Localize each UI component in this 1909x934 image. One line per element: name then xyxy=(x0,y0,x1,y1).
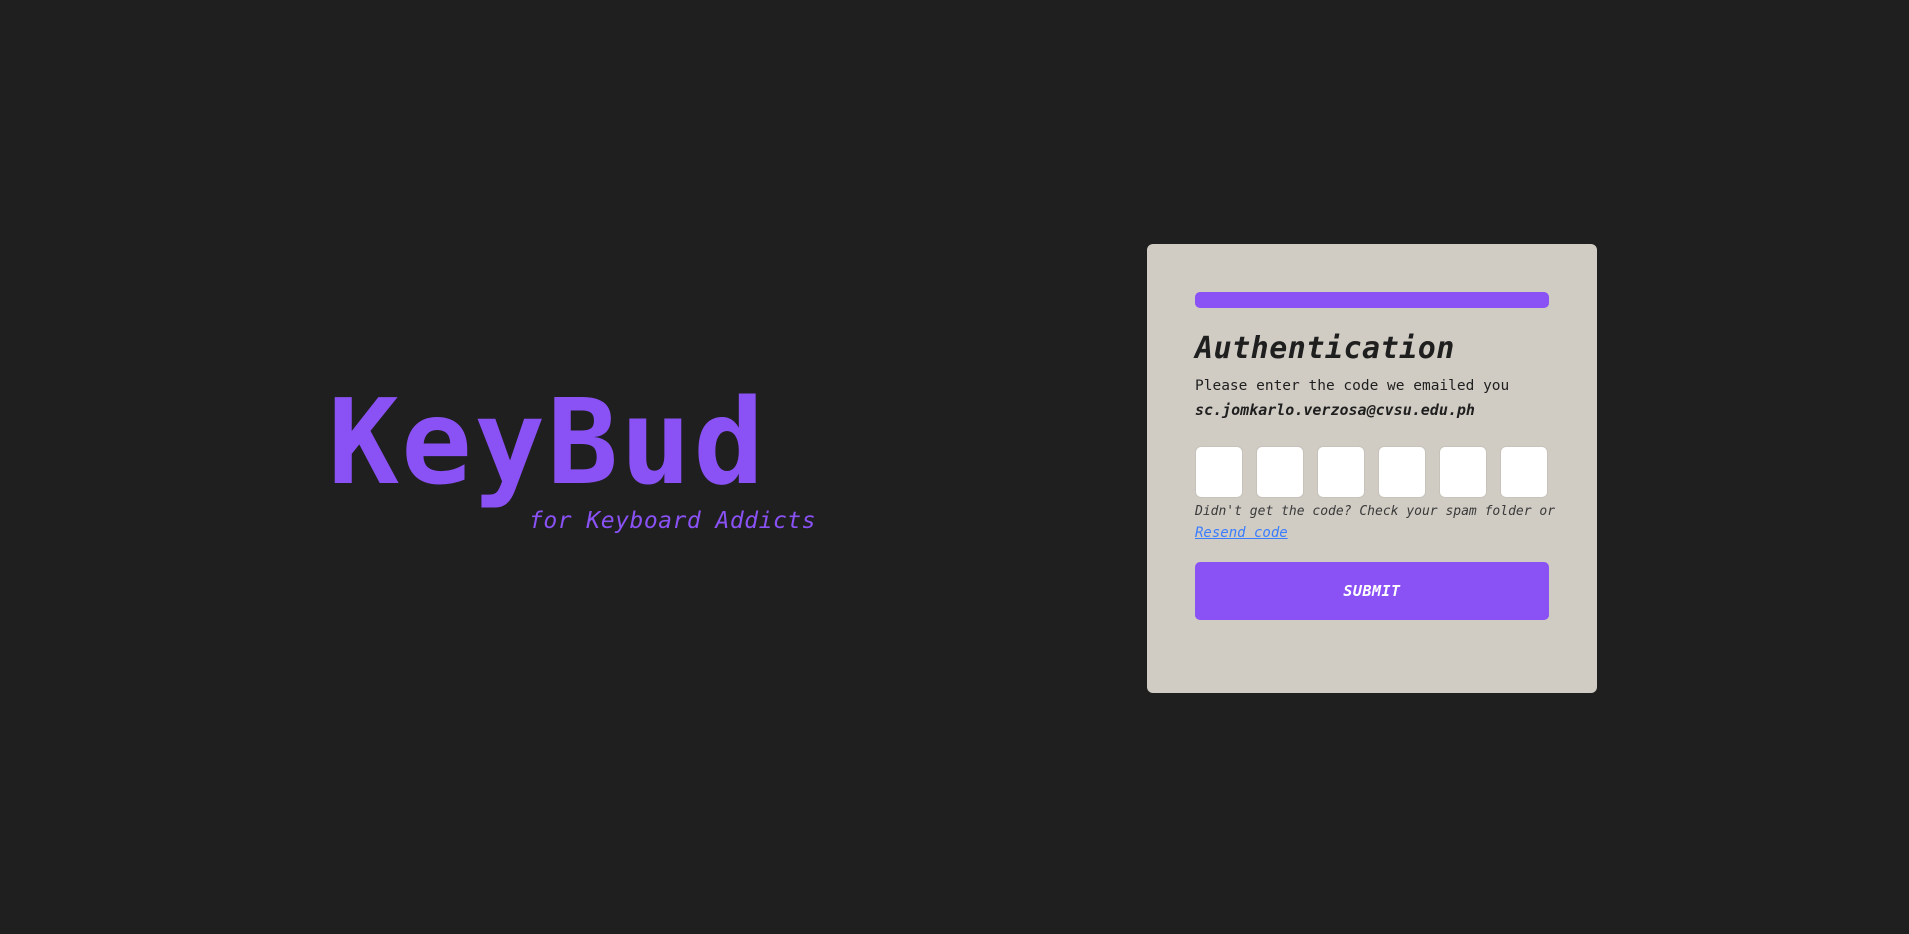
code-digit-5[interactable] xyxy=(1439,446,1487,498)
page: KeyBud for Keyboard Addicts Authenticati… xyxy=(0,0,1909,934)
instructions-text: Please enter the code we emailed you xyxy=(1195,378,1510,394)
email-address: sc.jomkarlo.verzosa@cvsu.edu.ph xyxy=(1195,401,1475,419)
card-accent-bar xyxy=(1195,292,1549,308)
code-digit-2[interactable] xyxy=(1256,446,1304,498)
code-digit-4[interactable] xyxy=(1378,446,1426,498)
code-digit-1[interactable] xyxy=(1195,446,1243,498)
code-input-group xyxy=(1195,446,1549,498)
helper-text: Didn't get the code? Check your spam fol… xyxy=(1195,504,1556,519)
code-digit-3[interactable] xyxy=(1317,446,1365,498)
resend-code-link[interactable]: Resend code xyxy=(1195,522,1288,544)
code-digit-6[interactable] xyxy=(1500,446,1548,498)
page-title: Authentication xyxy=(1195,331,1455,366)
auth-card: Authentication Please enter the code we … xyxy=(1147,244,1597,693)
brand-logo-title: KeyBud xyxy=(328,373,767,511)
brand-block: KeyBud for Keyboard Addicts xyxy=(328,373,820,534)
submit-button[interactable]: SUBMIT xyxy=(1195,562,1549,620)
brand-tagline: for Keyboard Addicts xyxy=(529,508,816,534)
